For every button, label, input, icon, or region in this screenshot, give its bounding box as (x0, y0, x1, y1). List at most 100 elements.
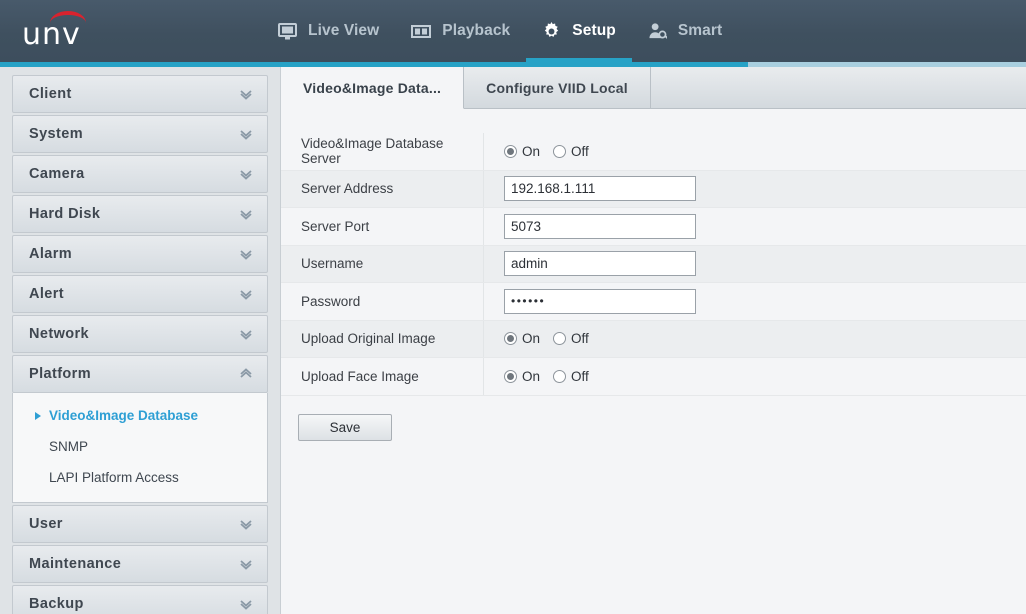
radio-upload-face-off[interactable]: Off (553, 369, 589, 384)
tab-label-configure-viid-local: Configure VIID Local (486, 79, 628, 96)
tab-video-image-database[interactable]: Video&Image Data... (281, 67, 465, 109)
chevron-down-icon (239, 208, 253, 220)
sidebar-item-video-image-database[interactable]: Video&Image Database (13, 400, 267, 431)
nav-label-smart: Smart (677, 22, 723, 39)
field-control (484, 251, 696, 277)
sidebar-label-hard-disk: Hard Disk (29, 206, 101, 222)
field-label: Upload Original Image (281, 320, 484, 357)
username-input[interactable] (504, 251, 696, 277)
sidebar: Client System Camera Hard Disk Alarm Ale… (0, 67, 281, 614)
radio-dot-icon (553, 332, 567, 346)
sidebar-label-platform: Platform (29, 366, 92, 382)
table-row: Upload Face Image On Off (281, 358, 1026, 396)
body: Client System Camera Hard Disk Alarm Ale… (0, 67, 1026, 614)
chevron-down-icon (239, 168, 253, 180)
nav-label-setup: Setup (572, 22, 616, 39)
nav-item-playback[interactable]: Playback (395, 0, 526, 62)
save-button[interactable]: Save (298, 413, 392, 441)
table-row: Username (281, 245, 1026, 283)
sidebar-label-camera: Camera (29, 166, 85, 182)
sidebar-group-maintenance: Maintenance (12, 545, 268, 583)
chevron-up-icon (239, 368, 253, 380)
sidebar-group-backup: Backup (12, 585, 268, 614)
sidebar-label-alert: Alert (29, 286, 65, 302)
field-label: Password (281, 283, 484, 320)
sidebar-label-alarm: Alarm (29, 246, 73, 262)
radio-database-server-off[interactable]: Off (553, 144, 589, 159)
server-port-input[interactable] (504, 213, 696, 239)
nav-label-playback: Playback (442, 22, 511, 39)
triangle-right-icon (35, 411, 41, 420)
field-label: Server Address (281, 170, 484, 207)
sidebar-item-backup[interactable]: Backup (12, 585, 268, 614)
sidebar-sublabel-lapi: LAPI Platform Access (49, 470, 179, 485)
field-control (484, 176, 696, 202)
gear-icon (542, 21, 561, 41)
chevron-down-icon (239, 248, 253, 260)
radio-dot-icon (504, 144, 517, 158)
sidebar-group-system: System (12, 115, 268, 153)
radio-dot-icon (553, 369, 567, 383)
nav-item-live-view[interactable]: Live View (262, 0, 395, 62)
table-row: Video&Image Database Server On Off (281, 133, 1026, 171)
sidebar-label-system: System (29, 126, 83, 142)
sidebar-label-maintenance: Maintenance (29, 556, 122, 572)
sidebar-group-alarm: Alarm (12, 235, 268, 273)
app-header: unv Live View Playback Setup Smart (0, 0, 1026, 62)
sidebar-item-client[interactable]: Client (12, 75, 268, 113)
sidebar-group-platform: Platform Video&Image Database SNMP LAPI … (12, 355, 268, 503)
sidebar-item-alert[interactable]: Alert (12, 275, 268, 313)
sidebar-item-user[interactable]: User (12, 505, 268, 543)
sidebar-subpanel-platform: Video&Image Database SNMP LAPI Platform … (12, 393, 268, 503)
sidebar-item-alarm[interactable]: Alarm (12, 235, 268, 273)
radio-group-upload-face-image: On Off (504, 369, 589, 384)
chevron-down-icon (239, 328, 253, 340)
sidebar-sublabel-video-image-database: Video&Image Database (49, 408, 199, 423)
server-address-input[interactable] (504, 176, 696, 202)
table-row: Server Port (281, 208, 1026, 246)
unv-logo: unv (22, 11, 114, 52)
sidebar-label-user: User (29, 516, 63, 532)
sidebar-group-user: User (12, 505, 268, 543)
sidebar-item-network[interactable]: Network (12, 315, 268, 353)
sidebar-item-snmp[interactable]: SNMP (13, 431, 267, 462)
field-control: On Off (484, 144, 589, 159)
logo-area: unv (0, 0, 262, 62)
field-label: Server Port (281, 208, 484, 245)
tab-configure-viid-local[interactable]: Configure VIID Local (464, 67, 651, 108)
nav-label-live-view: Live View (308, 22, 380, 39)
radio-label-on: On (522, 331, 541, 347)
field-label: Username (281, 245, 484, 282)
sidebar-label-backup: Backup (29, 596, 84, 612)
radio-dot-icon (504, 332, 517, 346)
field-control: On Off (484, 331, 589, 346)
table-row: Upload Original Image On Off (281, 320, 1026, 358)
radio-dot-icon (553, 144, 567, 158)
password-input[interactable] (504, 288, 696, 314)
radio-upload-original-off[interactable]: Off (553, 331, 589, 346)
field-control: On Off (484, 369, 589, 384)
radio-upload-face-on[interactable]: On (504, 369, 540, 384)
settings-form: Video&Image Database Server On Off Serve… (281, 109, 1026, 441)
sidebar-item-platform[interactable]: Platform (12, 355, 268, 393)
sidebar-item-lapi-platform-access[interactable]: LAPI Platform Access (13, 462, 267, 493)
sidebar-label-client: Client (29, 86, 72, 102)
monitor-icon (278, 22, 297, 40)
content-area: Video&Image Data... Configure VIID Local… (281, 67, 1026, 614)
sidebar-sublabel-snmp: SNMP (49, 439, 89, 454)
sidebar-item-maintenance[interactable]: Maintenance (12, 545, 268, 583)
radio-upload-original-on[interactable]: On (504, 331, 540, 346)
chevron-down-icon (239, 558, 253, 570)
film-icon (411, 24, 432, 39)
chevron-down-icon (239, 518, 253, 530)
nav-item-smart[interactable]: Smart (632, 0, 738, 62)
chevron-down-icon (239, 288, 253, 300)
radio-database-server-on[interactable]: On (504, 144, 540, 159)
table-row: Server Address (281, 170, 1026, 208)
sidebar-item-camera[interactable]: Camera (12, 155, 268, 193)
nav-item-setup[interactable]: Setup (526, 0, 632, 62)
radio-dot-icon (504, 369, 517, 383)
chevron-down-icon (239, 88, 253, 100)
sidebar-item-system[interactable]: System (12, 115, 268, 153)
sidebar-item-hard-disk[interactable]: Hard Disk (12, 195, 268, 233)
